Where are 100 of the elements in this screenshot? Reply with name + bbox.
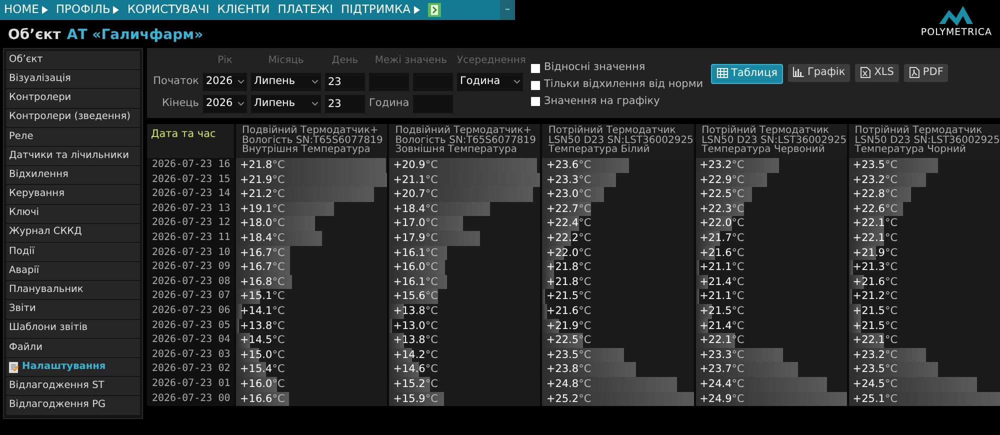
date-cell: 2026-07-23 14 — [147, 187, 234, 202]
date-cell: 2026-07-23 00 — [147, 392, 234, 406]
menu-link[interactable]: HOME — [4, 1, 48, 19]
month-select[interactable]: Липень — [251, 95, 321, 113]
date-cell: 2026-07-23 09 — [147, 260, 234, 275]
checkbox[interactable] — [531, 97, 540, 106]
sidebar-item[interactable]: Реле — [6, 128, 140, 146]
checkbox-label: Відносні значення — [544, 60, 646, 76]
checkbox[interactable] — [531, 80, 540, 90]
view-button[interactable]: PDF — [904, 64, 948, 82]
note-icon — [9, 362, 19, 373]
day-field[interactable]: 23 — [325, 95, 365, 113]
date-cell: 2026-07-23 03 — [147, 348, 234, 362]
value-text: +21.9°C — [545, 318, 592, 334]
checkbox-label: Тільки відхилення від норми — [544, 77, 704, 92]
sidebar-item[interactable]: Журнал СККД — [6, 224, 140, 242]
value-text: +14.6°C — [392, 362, 439, 377]
averaging-select[interactable]: Година — [457, 73, 523, 91]
checkbox[interactable] — [531, 64, 540, 73]
sidebar-item[interactable]: Контролери — [6, 89, 140, 108]
year-select[interactable]: 2026 — [203, 73, 247, 91]
value-text: +21.8°C — [239, 158, 286, 173]
collapse-button[interactable]: – — [500, 0, 515, 20]
sidebar-item[interactable]: Планувальник — [6, 281, 140, 300]
column-label: Межі значень — [374, 54, 448, 68]
exit-icon[interactable] — [428, 3, 441, 17]
view-button[interactable]: Графік — [788, 64, 850, 82]
value-text: +18.4°C — [239, 230, 286, 246]
value-text: +23.5°C — [545, 348, 592, 362]
sidebar-item[interactable]: Відхилення — [6, 166, 140, 184]
value-text: +20.7°C — [392, 187, 439, 202]
date-cell: 2026-07-23 06 — [147, 304, 234, 319]
value-text: +15.4°C — [239, 362, 286, 377]
value-text: +15.2°C — [392, 376, 439, 392]
menu-link[interactable]: ПРОФІЛЬ — [56, 1, 120, 19]
sidebar-item[interactable]: Датчики та лічильники — [6, 146, 140, 166]
value-text: +16.0°C — [392, 260, 439, 275]
sidebar-item[interactable]: Аварії — [6, 262, 140, 280]
view-button[interactable]: XLS — [855, 64, 899, 82]
sidebar-item[interactable]: Шаблони звітів — [6, 320, 140, 338]
sidebar-item[interactable]: Ключі — [6, 204, 140, 223]
value-text: +23.0°C — [545, 187, 592, 202]
menu-link[interactable]: КОРИСТУВАЧІ — [127, 1, 210, 19]
value-text: +23.2°C — [852, 172, 899, 188]
sidebar-item[interactable]: Об’єкт — [6, 51, 140, 70]
menu-link[interactable]: ПЛАТЕЖІ — [278, 1, 333, 19]
value-text: +21.6°C — [698, 246, 746, 260]
value-text: +15.0°C — [239, 348, 286, 362]
value-text: +13.8°C — [392, 333, 439, 348]
menu-link[interactable]: ПІДТРИМКА — [340, 1, 420, 19]
value-text: +21.5°C — [852, 304, 899, 319]
date-cell: 2026-07-23 10 — [147, 246, 234, 260]
year-select[interactable]: 2026 — [203, 95, 247, 113]
value-text: +21.2°C — [852, 289, 899, 304]
value-text: +21.9°C — [239, 172, 286, 188]
value-text: +22.5°C — [698, 187, 746, 202]
column-header: Подвійний Термодатчик+ Вологість SN:T65S6077819 Внутрішня Температура — [236, 124, 388, 158]
value-text: +16.7°C — [239, 246, 286, 260]
sidebar-item[interactable]: Звіти — [6, 300, 140, 319]
value-text: +16.1°C — [392, 274, 439, 290]
value-text: +22.4°C — [545, 216, 592, 231]
sidebar-item[interactable]: Події — [6, 242, 140, 262]
sidebar-item[interactable]: Відлагодження PG — [6, 396, 140, 415]
menu-link[interactable]: КЛІЄНТИ — [217, 1, 270, 19]
view-button[interactable]: Таблиця — [711, 64, 784, 84]
table-icon — [717, 68, 728, 80]
caret-icon — [238, 102, 244, 106]
value-text: +18.0°C — [239, 216, 286, 231]
sidebar-item[interactable]: Відлагодження ST — [6, 377, 140, 396]
date-cell: 2026-07-23 02 — [147, 362, 234, 377]
value-text: +23.3°C — [545, 172, 592, 188]
value-text: +22.1°C — [852, 333, 899, 348]
caret-icon — [312, 102, 318, 106]
value-text: +13.0°C — [392, 318, 439, 334]
row-label: Кінець — [160, 96, 199, 112]
column-header: Дата та час — [147, 124, 234, 158]
sidebar-item[interactable]: Файли — [6, 338, 140, 357]
month-select[interactable]: Липень — [251, 73, 321, 91]
value-text: +21.8°C — [545, 260, 592, 275]
day-field[interactable]: 23 — [325, 73, 365, 91]
value-text: +16.1°C — [392, 246, 439, 260]
value-text: +15.9°C — [392, 392, 439, 406]
row-label: Початок — [153, 74, 199, 90]
value-text: +21.4°C — [698, 274, 746, 290]
value-text: +15.1°C — [239, 289, 286, 304]
column-label: Рік — [216, 54, 234, 68]
date-cell: 2026-07-23 01 — [147, 376, 234, 392]
sidebar-item[interactable]: Керування — [6, 185, 140, 204]
value-text: +22.1°C — [852, 230, 899, 246]
value-text: +22.3°C — [698, 202, 746, 216]
sidebar-item[interactable]: Налаштування — [6, 358, 140, 376]
value-text: +21.5°C — [545, 289, 592, 304]
value-text: +23.7°C — [698, 362, 746, 377]
caret-icon — [238, 80, 244, 84]
value-text: +21.3°C — [852, 260, 899, 275]
sidebar-item[interactable]: Візуалізація — [6, 70, 140, 88]
pdf-file-icon — [908, 67, 920, 78]
value-text: +21.5°C — [852, 318, 899, 334]
sidebar-item[interactable]: Контролери (зведення) — [6, 108, 140, 127]
value-text: +25.2°C — [545, 392, 592, 406]
